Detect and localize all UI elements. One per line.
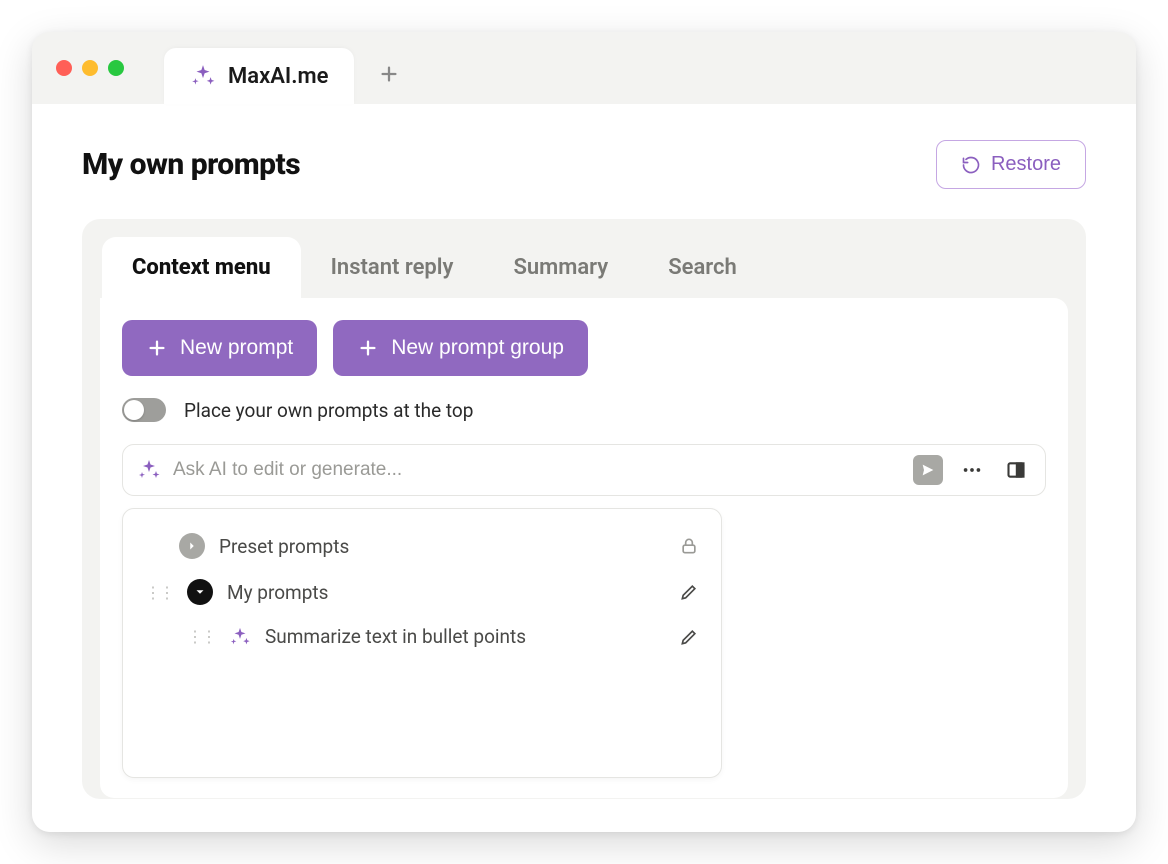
preset-prompts-group[interactable]: Preset prompts [141,523,703,569]
minimize-window-button[interactable] [82,60,98,76]
tab-context-menu[interactable]: Context menu [102,237,301,298]
restore-label: Restore [991,153,1061,176]
chevron-right-icon [179,533,205,559]
ask-ai-input[interactable] [173,459,901,481]
restore-icon [961,155,981,175]
tab-summary[interactable]: Summary [483,237,638,298]
restore-button[interactable]: Restore [936,140,1086,189]
lock-icon [679,536,699,556]
new-tab-button[interactable] [378,63,400,85]
new-prompt-group-button[interactable]: New prompt group [333,320,588,376]
sparkle-icon [190,63,216,89]
page-header: My own prompts Restore [82,140,1086,189]
new-prompt-label: New prompt [180,336,293,360]
tab-search[interactable]: Search [638,237,767,298]
send-button[interactable] [913,455,943,485]
preset-prompts-label: Preset prompts [219,535,665,558]
prompt-tree-panel: Preset prompts ⋮⋮ My prompts [122,508,722,778]
title-bar: MaxAI.me [32,32,1136,104]
plus-icon [146,337,168,359]
panel-toggle-button[interactable] [1001,455,1031,485]
new-prompt-button[interactable]: New prompt [122,320,317,376]
prompts-panel: Context menu Instant reply Summary Searc… [82,219,1086,799]
chevron-down-icon [187,579,213,605]
content-area: My own prompts Restore Context menu Inst… [32,104,1136,832]
plus-icon [357,337,379,359]
maximize-window-button[interactable] [108,60,124,76]
app-window: MaxAI.me My own prompts Restore Context … [32,32,1136,832]
panel-body: New prompt New prompt group Place your o… [100,298,1068,798]
close-window-button[interactable] [56,60,72,76]
ask-ai-icons [913,455,1031,485]
toggle-label: Place your own prompts at the top [184,399,473,422]
browser-tab[interactable]: MaxAI.me [164,48,354,104]
toggle-row: Place your own prompts at the top [122,398,1046,422]
panel-tabs: Context menu Instant reply Summary Searc… [82,219,1086,298]
my-prompts-label: My prompts [227,581,665,604]
edit-button[interactable] [679,627,699,647]
tab-instant-reply[interactable]: Instant reply [301,237,484,298]
button-row: New prompt New prompt group [122,320,1046,376]
prompt-item-label: Summarize text in bullet points [265,625,665,648]
new-group-label: New prompt group [391,336,564,360]
more-button[interactable] [957,455,987,485]
prompt-item[interactable]: ⋮⋮ Summarize text in bullet points [141,615,703,658]
sparkle-icon [137,458,161,482]
sparkle-icon [229,626,251,648]
edit-button[interactable] [679,582,699,602]
drag-handle-icon[interactable]: ⋮⋮ [187,627,215,646]
page-title: My own prompts [82,147,300,182]
tab-title: MaxAI.me [228,64,328,89]
place-top-toggle[interactable] [122,398,166,422]
ask-ai-bar [122,444,1046,496]
my-prompts-group[interactable]: ⋮⋮ My prompts [141,569,703,615]
traffic-lights [56,60,124,76]
drag-handle-icon[interactable]: ⋮⋮ [145,583,173,602]
